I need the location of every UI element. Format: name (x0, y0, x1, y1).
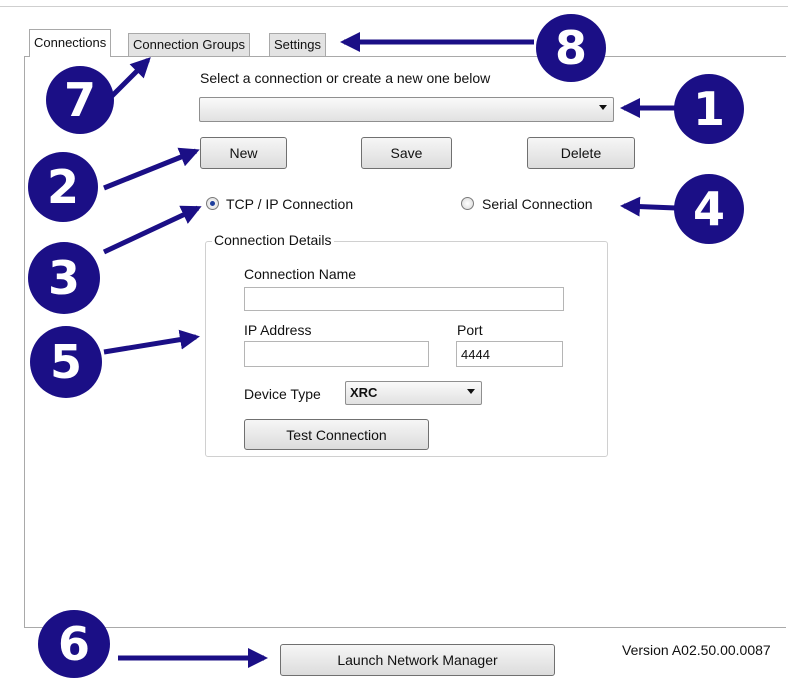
callout-badge-4: 4 (674, 174, 744, 244)
callout-badge-1: 1 (674, 74, 744, 144)
arrow-5 (103, 329, 200, 355)
arrow-4 (620, 196, 677, 217)
callout-badge-5: 5 (30, 326, 102, 398)
callout-badge-2: 2 (28, 152, 98, 222)
arrow-2 (103, 147, 200, 191)
callout-badge-6: 6 (38, 610, 110, 678)
callout-arrows (102, 32, 677, 668)
callout-badge-7: 7 (46, 66, 114, 134)
callout-badge-8: 8 (536, 14, 606, 82)
callout-badge-3: 3 (28, 242, 100, 314)
arrow-3 (102, 205, 202, 255)
arrow-7 (110, 57, 151, 98)
